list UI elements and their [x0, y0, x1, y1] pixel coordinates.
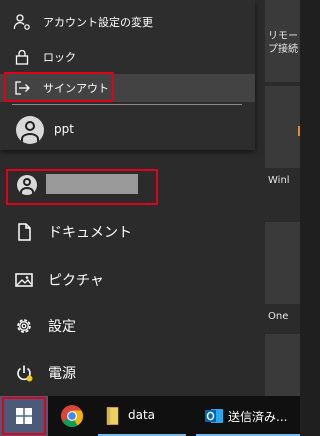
taskbar-data-label: data — [128, 408, 156, 422]
tile-onedrive-label: One — [268, 311, 289, 322]
nav-settings-label: 設定 — [48, 319, 76, 335]
tile-remote-desktop[interactable]: リモー プ接続 — [265, 0, 300, 82]
menu-switch-user-label: ppt — [54, 122, 74, 136]
nav-pictures-label: ピクチャ — [48, 273, 104, 289]
tile-store[interactable] — [265, 86, 300, 168]
chrome-icon — [61, 405, 83, 427]
picture-icon — [15, 273, 33, 287]
tile-onedrive[interactable]: One — [265, 308, 300, 330]
tile-blank-2[interactable] — [265, 334, 300, 396]
tile-windows[interactable]: Winl — [265, 172, 300, 192]
highlight-box-sign-out — [4, 72, 114, 102]
highlight-box-user — [6, 169, 158, 205]
taskbar-outlook[interactable]: 送信済み... — [196, 396, 300, 436]
highlight-box-start — [2, 397, 46, 435]
tile-remote-label-line2: プ接続 — [268, 44, 298, 55]
menu-divider — [12, 104, 242, 105]
menu-lock[interactable]: ロック — [0, 43, 255, 71]
nav-power[interactable]: 電源 — [0, 353, 255, 393]
nav-power-label: 電源 — [48, 366, 76, 382]
bag-icon — [298, 126, 300, 136]
menu-change-account-settings[interactable]: アカウント設定の変更 — [0, 8, 255, 36]
outlook-icon — [205, 409, 223, 423]
tile-windows-label: Winl — [268, 175, 290, 186]
user-avatar-icon — [16, 116, 44, 144]
taskbar-chrome[interactable] — [52, 396, 92, 436]
taskbar: data 送信済み... — [0, 396, 300, 436]
nav-pictures[interactable]: ピクチャ — [0, 260, 255, 300]
tile-blank-1[interactable] — [265, 222, 300, 304]
power-icon — [17, 365, 33, 382]
nav-documents-label: ドキュメント — [48, 225, 132, 241]
folder-icon — [106, 407, 119, 425]
menu-switch-user-ppt[interactable]: ppt — [0, 110, 255, 150]
nav-settings[interactable]: 設定 — [0, 306, 255, 346]
start-tiles-area: リモー プ接続 Winl One — [255, 0, 300, 396]
lock-icon — [15, 49, 29, 65]
document-icon — [18, 223, 31, 241]
user-settings-icon — [13, 14, 30, 30]
taskbar-outlook-label: 送信済み... — [228, 410, 288, 424]
account-flyout-menu: アカウント設定の変更 ロック サインアウト ppt — [0, 0, 255, 150]
taskbar-data-folder[interactable]: data — [98, 396, 186, 436]
gear-icon — [17, 319, 31, 333]
menu-change-account-settings-label: アカウント設定の変更 — [43, 16, 153, 29]
nav-documents[interactable]: ドキュメント — [0, 212, 255, 252]
menu-lock-label: ロック — [43, 51, 76, 64]
